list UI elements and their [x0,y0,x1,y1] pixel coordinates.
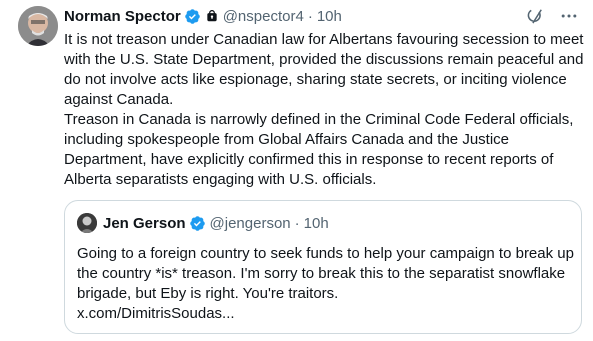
more-icon[interactable] [559,6,579,26]
author-handle[interactable]: @nspector4 [223,8,304,25]
tweet-header: Norman Spector @nspector4 · 10h [64,6,577,26]
quoted-tweet-timestamp: 10h [303,214,329,232]
author-avatar[interactable] [18,6,58,46]
quoted-tweet-body: Going to a foreign country to seek funds… [77,245,574,302]
author-name[interactable]: Norman Spector [64,8,181,25]
quoted-author-name: Jen Gerson [103,214,186,232]
author-avatar-image [18,6,58,46]
tweet-actions [525,6,579,26]
quoted-tweet-text: Going to a foreign country to seek funds… [77,244,577,324]
tweet-text-paragraph: Treason in Canada is narrowly defined in… [64,111,574,188]
tweet-timestamp[interactable]: 10h [317,8,342,25]
quoted-author-handle: @jengerson [209,214,291,232]
verified-badge-icon [189,215,206,232]
tweet-text: It is not treason under Canadian law for… [64,30,584,190]
header-separator: · [307,7,313,25]
quoted-tweet[interactable]: Jen Gerson @jengerson · 10h Going to a f… [64,200,582,334]
grok-icon[interactable] [525,6,545,26]
quoted-header-separator: · [294,214,300,232]
tweet-text-paragraph: It is not treason under Canadian law for… [64,31,584,108]
lock-icon [205,9,219,23]
tweet[interactable]: Norman Spector @nspector4 · 10h It is no… [0,0,593,341]
quoted-tweet-link: x.com/DimitrisSoudas... [77,305,235,322]
quoted-author-avatar [77,213,97,233]
verified-badge-icon [184,8,201,25]
quoted-tweet-header: Jen Gerson @jengerson · 10h [77,213,329,233]
